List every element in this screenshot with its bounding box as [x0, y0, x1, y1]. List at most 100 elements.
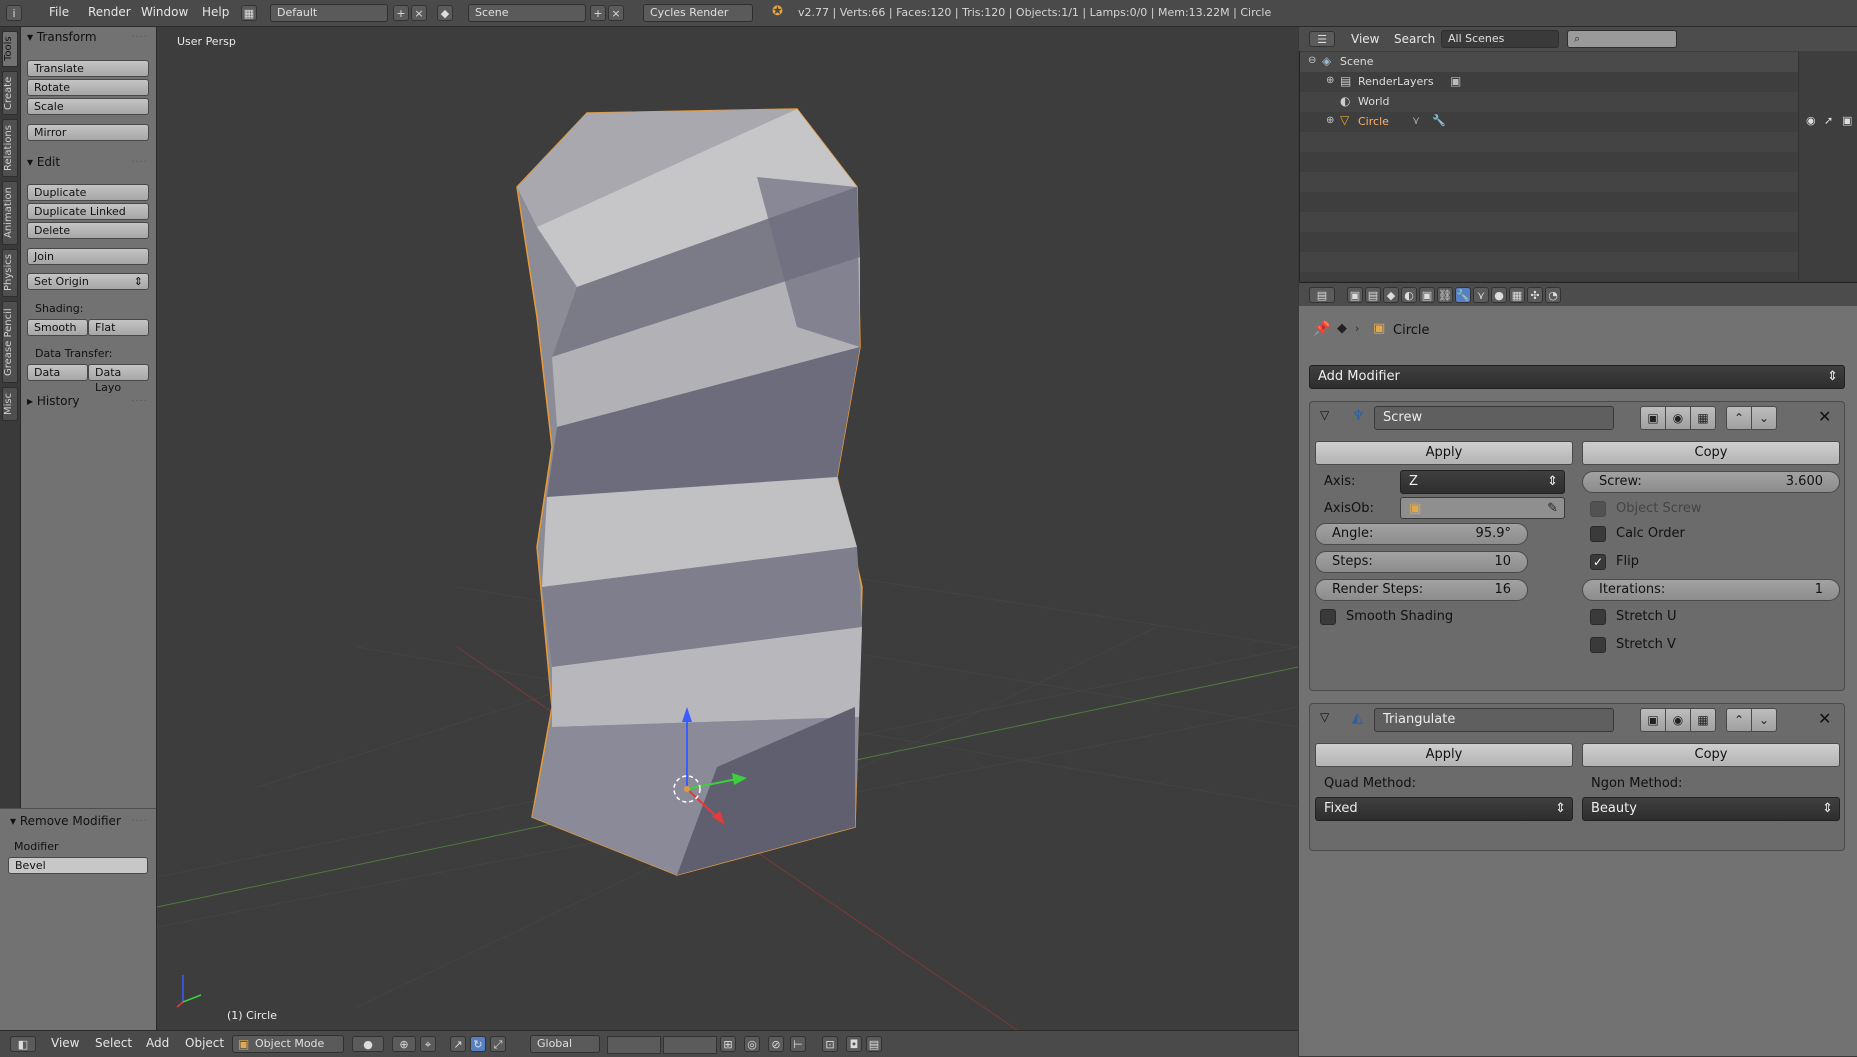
set-origin-select[interactable]: Set Origin ⇕	[27, 273, 149, 290]
drag-handle-icon[interactable]: ····	[131, 816, 148, 827]
drag-handle-icon[interactable]: ····	[131, 157, 148, 168]
visibility-eye-icon[interactable]: ◉	[1806, 114, 1816, 127]
delete-button[interactable]: Delete	[27, 222, 149, 239]
add-modifier-dropdown[interactable]: Add Modifier ⇕	[1309, 365, 1845, 389]
scale-manipulator-icon[interactable]: ⤢	[490, 1036, 506, 1052]
drag-handle-icon[interactable]: ····	[131, 396, 148, 407]
modifier-name-field[interactable]: Bevel	[8, 857, 148, 874]
scene-icon[interactable]: ◆	[437, 5, 453, 21]
copy-button[interactable]: Copy	[1582, 743, 1840, 767]
renderability-camera-icon[interactable]: ▣	[1842, 114, 1852, 127]
quad-method-select[interactable]: Fixed ⇕	[1315, 797, 1573, 821]
editor-type-icon[interactable]: ◧	[10, 1036, 36, 1052]
selectability-cursor-icon[interactable]: ➚	[1824, 114, 1833, 127]
steps-field[interactable]: Steps: 10	[1315, 551, 1528, 573]
editmode-toggle-icon[interactable]: ▦	[1690, 406, 1716, 430]
rotate-manipulator-icon[interactable]: ↻	[470, 1036, 486, 1052]
menu-view[interactable]: View	[51, 1036, 79, 1050]
menu-select[interactable]: Select	[95, 1036, 132, 1050]
snap-element-icon[interactable]: ⊢	[790, 1036, 806, 1052]
render-layers-tab-icon[interactable]: ▤	[1365, 287, 1381, 303]
move-up-icon[interactable]: ⌃	[1726, 708, 1752, 732]
angle-field[interactable]: Angle: 95.9°	[1315, 523, 1528, 545]
outliner-row-scene[interactable]: ⊖ ◈ Scene	[1300, 52, 1798, 72]
proportional-edit-icon[interactable]: ◎	[744, 1036, 760, 1052]
iterations-field[interactable]: Iterations: 1	[1582, 579, 1840, 601]
object-tab-icon[interactable]: ▣	[1419, 287, 1435, 303]
camera-render-icon[interactable]: ◘	[846, 1036, 862, 1052]
apply-button[interactable]: Apply	[1315, 743, 1573, 767]
mirror-button[interactable]: Mirror	[27, 124, 149, 141]
screen-layout-icon[interactable]: ▦	[241, 5, 257, 21]
remove-scene-icon[interactable]: ×	[608, 5, 624, 21]
outliner-row-renderlayers[interactable]: ⊕ ▤ RenderLayers ▣	[1300, 72, 1798, 92]
stretch-v-checkbox[interactable]	[1590, 637, 1606, 653]
circle-mesh[interactable]	[516, 108, 863, 876]
world-tab-icon[interactable]: ◐	[1401, 287, 1417, 303]
render-toggle-icon[interactable]: ▣	[1640, 406, 1666, 430]
add-scene-icon[interactable]: +	[590, 5, 606, 21]
particles-tab-icon[interactable]: ✣	[1527, 287, 1543, 303]
outliner-search-input[interactable]: ⌕	[1567, 30, 1677, 48]
ngon-method-select[interactable]: Beauty ⇕	[1582, 797, 1840, 821]
texture-tab-icon[interactable]: ▦	[1509, 287, 1525, 303]
menu-add[interactable]: Add	[146, 1036, 169, 1050]
remove-screen-icon[interactable]: ×	[411, 5, 427, 21]
outliner-row-world[interactable]: ◐ World	[1300, 92, 1798, 112]
move-down-icon[interactable]: ⌄	[1751, 406, 1777, 430]
eyedropper-icon[interactable]: ✎	[1547, 498, 1558, 520]
viewport-eye-icon[interactable]: ◉	[1665, 708, 1691, 732]
duplicate-linked-button[interactable]: Duplicate Linked	[27, 203, 149, 220]
expand-icon[interactable]: ⊕	[1326, 75, 1334, 86]
properties-editor-type-icon[interactable]: ▤	[1309, 287, 1335, 303]
scale-button[interactable]: Scale	[27, 98, 149, 115]
collapse-triangle-icon[interactable]: ▽	[1320, 408, 1329, 422]
flip-checkbox[interactable]: ✓	[1590, 554, 1606, 570]
stretch-u-checkbox[interactable]	[1590, 609, 1606, 625]
outliner-menu-view[interactable]: View	[1351, 32, 1379, 46]
tab-physics[interactable]: Physics	[2, 249, 18, 297]
axis-object-field[interactable]: ▣ ✎	[1400, 497, 1565, 519]
smooth-button[interactable]: Smooth	[27, 319, 88, 336]
move-up-icon[interactable]: ⌃	[1726, 406, 1752, 430]
tab-misc[interactable]: Misc	[2, 387, 18, 421]
tab-create[interactable]: Create	[2, 71, 18, 115]
pin-icon[interactable]: 📌	[1313, 321, 1330, 337]
duplicate-button[interactable]: Duplicate	[27, 184, 149, 201]
expand-icon[interactable]: ⊕	[1326, 115, 1334, 126]
menu-file[interactable]: File	[49, 5, 69, 19]
drag-handle-icon[interactable]: ····	[131, 32, 148, 43]
panel-history-header[interactable]: ▸ History	[27, 394, 80, 408]
smooth-shading-checkbox[interactable]	[1320, 609, 1336, 625]
outliner-row-circle[interactable]: ⊕ ▽ Circle ⋎ 🔧 ◉ ➚ ▣	[1300, 112, 1857, 132]
remove-modifier-close-icon[interactable]: ✕	[1818, 407, 1831, 426]
physics-tab-icon[interactable]: ◔	[1545, 287, 1561, 303]
editmode-toggle-icon[interactable]: ▦	[1690, 708, 1716, 732]
screw-offset-field[interactable]: Screw: 3.600	[1582, 471, 1840, 493]
shading-mode-icon[interactable]: ●	[352, 1036, 384, 1052]
translate-button[interactable]: Translate	[27, 60, 149, 77]
tab-relations[interactable]: Relations	[2, 119, 18, 177]
3d-viewport[interactable]: User Persp (1) Circle	[157, 27, 1298, 1030]
material-tab-icon[interactable]: ●	[1491, 287, 1507, 303]
menu-help[interactable]: Help	[202, 5, 229, 19]
rotate-button[interactable]: Rotate	[27, 79, 149, 96]
modifier-name-field[interactable]: Triangulate	[1374, 708, 1614, 732]
animation-render-icon[interactable]: ▤	[866, 1036, 882, 1052]
move-down-icon[interactable]: ⌄	[1751, 708, 1777, 732]
flat-button[interactable]: Flat	[88, 319, 149, 336]
apply-button[interactable]: Apply	[1315, 441, 1573, 465]
panel-edit-header[interactable]: ▾ Edit	[27, 155, 60, 169]
outliner-editor-type-icon[interactable]: ☰	[1309, 31, 1335, 47]
constraints-tab-icon[interactable]: ⛓	[1437, 287, 1453, 303]
tab-tools[interactable]: Tools	[2, 31, 18, 67]
menu-object[interactable]: Object	[185, 1036, 224, 1050]
remove-modifier-close-icon[interactable]: ✕	[1818, 709, 1831, 728]
render-engine-select[interactable]: Cycles Render	[643, 4, 753, 22]
scene-tab-icon[interactable]: ◆	[1383, 287, 1399, 303]
axis-select[interactable]: Z ⇕	[1400, 470, 1565, 494]
data-tab-icon[interactable]: ⋎	[1473, 287, 1489, 303]
outliner-display-mode-select[interactable]: All Scenes	[1441, 30, 1559, 48]
scene-field[interactable]: Scene	[468, 4, 586, 22]
panel-transform-header[interactable]: ▾ Transform	[27, 30, 97, 44]
